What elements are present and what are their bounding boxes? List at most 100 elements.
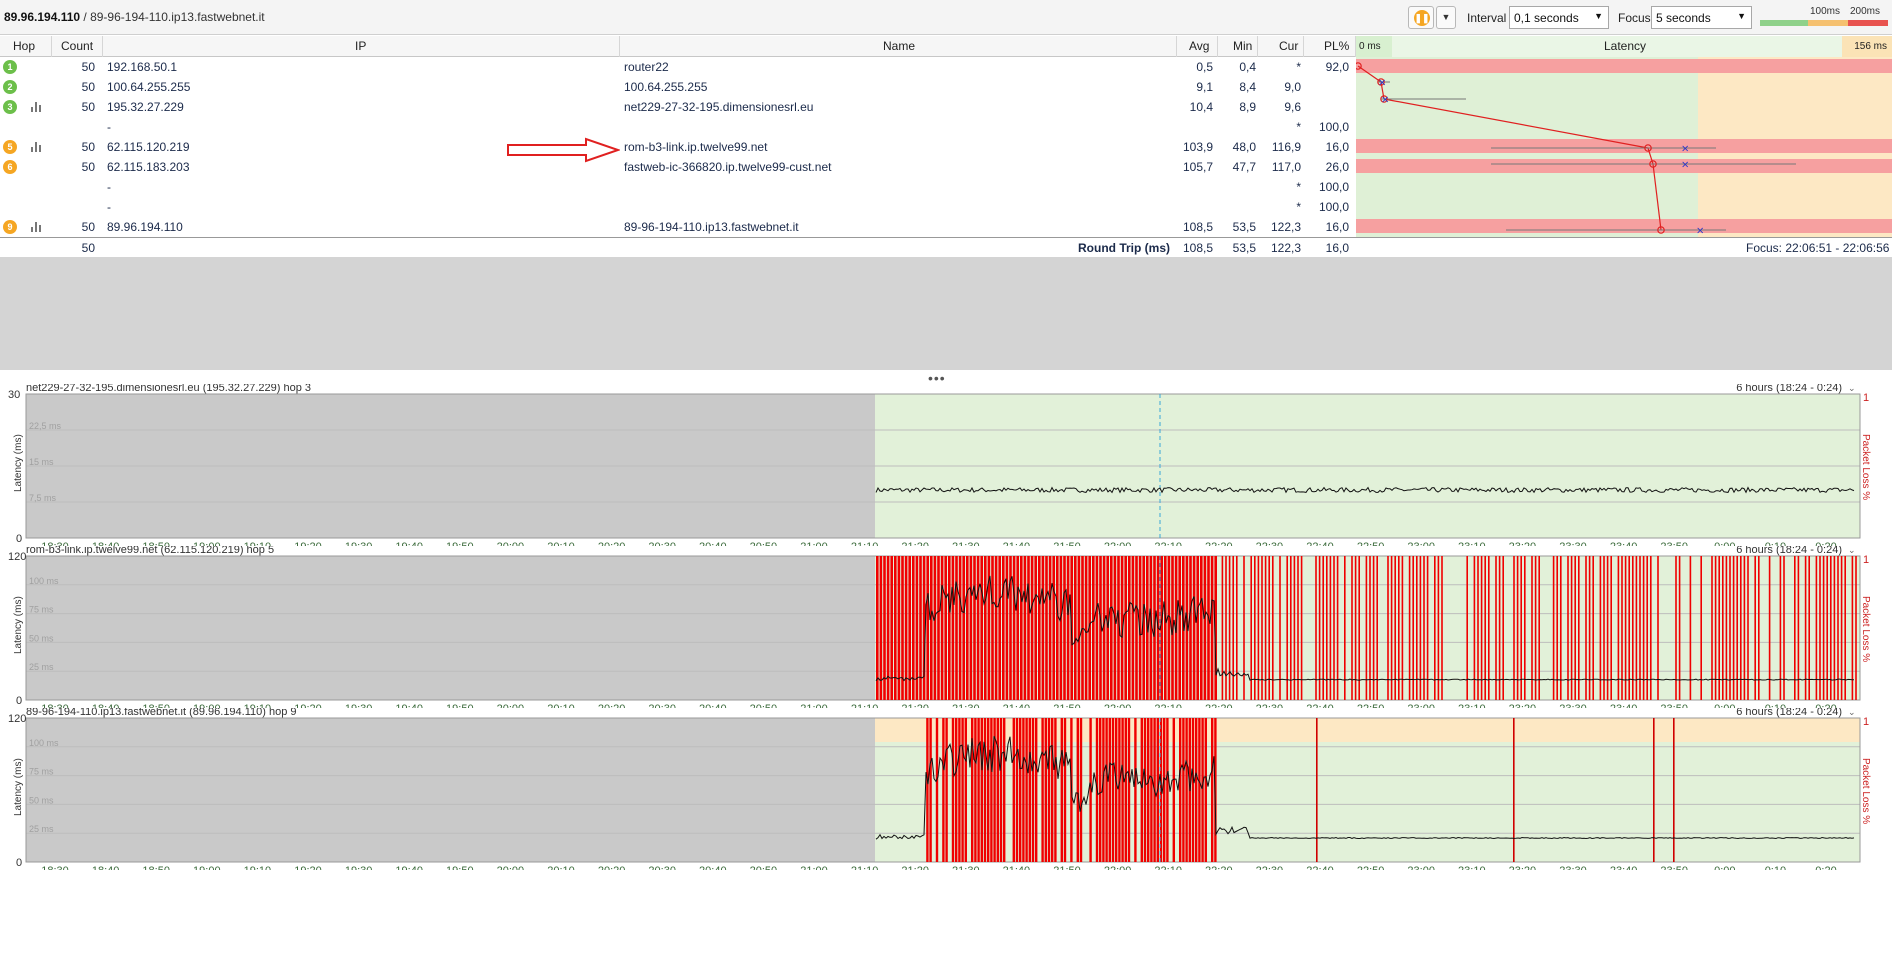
packet-loss-axis-title: Packet Loss % [1860,758,1871,824]
x-axis-tick-label: 20:20 [598,865,626,870]
y-axis-title: Latency (ms) [13,758,24,816]
col-latency[interactable]: 0 ms Latency 156 ms [1356,36,1892,57]
packet-loss-bar [1599,556,1602,700]
cell-count: 50 [81,160,95,174]
packet-loss-bar [1423,556,1425,700]
interval-select[interactable]: 0,1 seconds ▼ [1509,6,1609,29]
pane-splitter[interactable]: ••• [0,370,1892,386]
x-axis-tick-label: 18:50 [142,865,170,870]
footer-cur: 122,3 [1270,241,1301,255]
graph-bars-icon[interactable] [31,142,43,152]
cell-count: 50 [81,100,95,114]
packet-loss-bar [1189,556,1192,700]
table-row[interactable]: 3 50 195.32.27.229 net229-27-32-195.dimensi… [0,97,1356,117]
packet-loss-bar [1012,556,1016,700]
latency-max-label: 156 ms [1854,41,1887,52]
y-axis-max-label: 30 [8,389,20,401]
table-row[interactable]: - * 100,0 [0,177,1356,197]
packet-loss-bar [1182,718,1185,862]
packet-loss-bar [1293,556,1296,700]
packet-loss-bar [1022,718,1025,862]
cell-name: router22 [624,60,669,74]
pause-button[interactable]: ❚❚ [1408,6,1434,29]
graph-bars-icon[interactable] [31,222,43,232]
packet-loss-bar [1012,718,1015,862]
packet-loss-bar [964,718,967,862]
x-axis-tick-label: 18:40 [92,865,120,870]
packet-loss-bar [1768,556,1771,700]
packet-loss-bar [1150,718,1153,862]
col-count[interactable]: Count [52,36,103,57]
packet-loss-bar [951,718,955,862]
x-axis-tick-label: 20:30 [648,865,676,870]
cell-pl: 16,0 [1325,220,1349,234]
packet-loss-bar [1135,556,1138,700]
focus-select[interactable]: 5 seconds ▼ [1651,6,1752,29]
cell-ip: 89.96.194.110 [107,220,183,234]
no-data-zone [26,718,875,862]
table-row[interactable]: 5 50 62.115.120.219 rom-b3-link.ip.twelve99… [0,137,1356,157]
overview-loss-band [1356,159,1892,173]
footer-count: 50 [81,241,95,255]
packet-loss-bar [1318,556,1321,700]
packet-loss-bar [1473,556,1476,700]
table-row[interactable]: - * 100,0 [0,197,1356,217]
col-cur[interactable]: Cur [1258,36,1304,57]
packet-loss-bar [1164,556,1167,700]
y-axis-zero-label: 0 [16,857,22,869]
history-graph-1[interactable]: 30 0 22,5 ms 15 ms 7,5 ms Latency (ms) Packet … [0,384,1892,546]
graph-range-label: 6 hours (18:24 - 0:24) [1736,384,1842,394]
packet-loss-bar [933,556,937,700]
packet-loss-bar [1642,556,1645,700]
packet-loss-bar [1003,718,1006,862]
packet-loss-bar [1855,556,1857,700]
col-min[interactable]: Min [1218,36,1258,57]
table-row[interactable]: 2 50 100.64.255.255 100.64.255.255 9,1 8,4 9,0 [0,77,1356,97]
graph-title: rom-b3-link.ip.twelve99.net (62.115.120.… [26,546,274,556]
packet-loss-bar [1502,556,1504,700]
y-axis-title: Latency (ms) [13,434,24,492]
packet-loss-bar [919,556,922,700]
history-graph-2[interactable]: 120 0 100 ms 75 ms 50 ms 25 ms Latency (ms) Pac… [0,546,1892,708]
packet-loss-bar [1480,556,1483,700]
table-row[interactable]: 9 50 89.96.194.110 89-96-194-110.ip13.fastw… [0,217,1356,237]
packet-loss-bar [969,556,973,700]
options-dropdown-button[interactable]: ▼ [1436,6,1456,29]
y-axis-grid-label: 75 ms [29,605,54,615]
packet-loss-bar [1300,556,1303,700]
packet-loss-bar [1261,556,1263,700]
packet-loss-bar [1826,556,1828,700]
packet-loss-bar [1329,556,1332,700]
packet-loss-bar [1725,556,1728,700]
col-pl[interactable]: PL% [1304,36,1356,57]
packet-loss-bar [1837,556,1839,700]
packet-loss-bar [1531,556,1533,700]
packet-loss-bar [1081,556,1084,700]
packet-loss-bar [1804,556,1807,700]
packet-loss-bar [1740,556,1742,700]
latency-header-label: Latency [1604,39,1647,53]
history-graph-3[interactable]: 120 0 100 ms 75 ms 50 ms 25 ms Latency (ms) Pac… [0,708,1892,870]
col-name[interactable]: Name [620,36,1177,57]
overview-avg-marker: × [1381,95,1389,106]
y-axis-grid-label: 50 ms [29,795,54,805]
packet-loss-bar [1578,556,1580,700]
packet-loss-bar [1105,718,1108,862]
packet-loss-bar [958,718,961,862]
table-row[interactable]: 1 50 192.168.50.1 router22 0,5 0,4 * 92,0 [0,57,1356,77]
x-axis-tick-label: 21:40 [1003,865,1031,870]
table-row[interactable]: 6 50 62.115.183.203 fastweb-ic-366820.ip.tw… [0,157,1356,177]
packet-loss-bar [1204,718,1207,862]
col-ip[interactable]: IP [103,36,620,57]
col-avg[interactable]: Avg [1177,36,1218,57]
packet-loss-bar [1272,556,1274,700]
packet-loss-bar [1477,556,1479,700]
col-hop[interactable]: Hop [0,36,52,57]
graph-bars-icon[interactable] [31,102,43,112]
packet-loss-bar [1822,556,1825,700]
packet-loss-bar [1124,556,1127,700]
packet-loss-bar [1225,556,1227,700]
packet-loss-bar [1419,556,1422,700]
packet-loss-bar [908,556,911,700]
table-row[interactable]: - * 100,0 [0,117,1356,137]
